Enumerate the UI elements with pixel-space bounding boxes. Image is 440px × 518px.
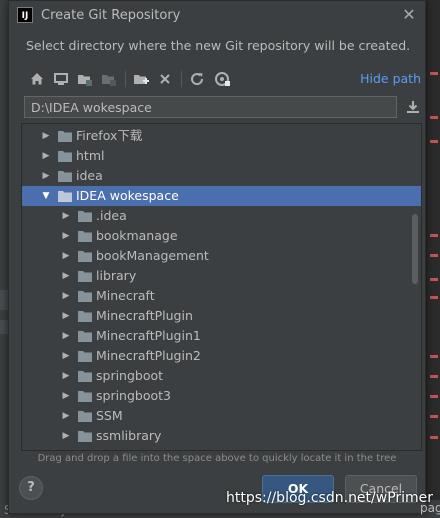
collapsed-arrow-icon[interactable]: ▶	[40, 146, 52, 166]
ide-left-panel	[0, 0, 8, 518]
file-chooser-toolbar: Hide path	[23, 67, 423, 91]
path-field[interactable]	[24, 96, 397, 118]
folder-icon	[78, 291, 92, 302]
tree-item-label: library	[96, 268, 137, 283]
tree-item-label: idea	[76, 168, 103, 183]
dialog-title: Create Git Repository	[41, 8, 181, 23]
tree-item[interactable]: ▶ html	[22, 146, 421, 166]
folder-icon	[58, 191, 72, 202]
tree-item-label: SSM	[96, 408, 123, 423]
toolbar-separator	[125, 71, 126, 87]
home-icon[interactable]	[27, 69, 47, 89]
collapsed-arrow-icon[interactable]: ▶	[60, 426, 72, 446]
collapsed-arrow-icon[interactable]: ▶	[60, 326, 72, 346]
tree-scrollbar[interactable]	[412, 214, 418, 284]
collapsed-arrow-icon[interactable]: ▶	[60, 286, 72, 306]
tree-item[interactable]: ▶ SSM	[22, 406, 421, 426]
folder-icon	[78, 211, 92, 222]
download-icon[interactable]	[404, 98, 422, 116]
folder-icon	[78, 311, 92, 322]
hide-path-link[interactable]: Hide path	[360, 71, 421, 86]
tree-item-label: bookManagement	[96, 248, 209, 263]
watermark-text: https://blog.csdn.net/wPrimer	[226, 490, 434, 506]
collapsed-arrow-icon[interactable]: ▶	[60, 306, 72, 326]
tree-item-label: Firefox下载	[76, 128, 143, 143]
new-folder-icon[interactable]	[131, 69, 151, 89]
folder-icon	[78, 391, 92, 402]
collapsed-arrow-icon[interactable]: ▶	[60, 206, 72, 226]
tree-item[interactable]: ▼ IDEA wokespace	[22, 186, 421, 206]
folder-icon	[58, 131, 72, 142]
dialog-description: Select directory where the new Git repos…	[26, 38, 411, 53]
tree-item-label: MinecraftPlugin2	[96, 348, 201, 363]
tree-item-label: MinecraftPlugin	[96, 308, 193, 323]
intellij-app-icon: IJ	[17, 7, 33, 23]
tree-item[interactable]: ▶ ssmlibrary	[22, 426, 421, 446]
tree-item[interactable]: ▶ bookmanage	[22, 226, 421, 246]
tree-item[interactable]: ▶ MinecraftPlugin2	[22, 346, 421, 366]
tree-item[interactable]: ▶ springboot	[22, 366, 421, 386]
tree-item-label: springboot3	[96, 388, 171, 403]
tree-item[interactable]: ▶ idea	[22, 166, 421, 186]
collapsed-arrow-icon[interactable]: ▶	[60, 366, 72, 386]
folder-icon	[78, 231, 92, 242]
collapsed-arrow-icon[interactable]: ▶	[60, 406, 72, 426]
tree-item[interactable]: ▶ bookManagement	[22, 246, 421, 266]
close-icon[interactable]: ✕	[399, 5, 419, 25]
tree-item-label: .idea	[96, 208, 127, 223]
folder-icon	[78, 251, 92, 262]
collapsed-arrow-icon[interactable]: ▶	[40, 166, 52, 186]
collapsed-arrow-icon[interactable]: ▶	[60, 386, 72, 406]
collapsed-arrow-icon[interactable]: ▶	[40, 126, 52, 146]
tree-item[interactable]: ▶ library	[22, 266, 421, 286]
tree-item-label: springboot	[96, 368, 164, 383]
create-git-repository-dialog: IJ Create Git Repository ✕ Select direct…	[8, 0, 426, 514]
tree-item[interactable]: ▶ MinecraftPlugin1	[22, 326, 421, 346]
collapsed-arrow-icon[interactable]: ▶	[60, 346, 72, 366]
tree-item[interactable]: ▶ Firefox下载	[22, 126, 421, 146]
tree-item-label: html	[76, 148, 105, 163]
collapsed-arrow-icon[interactable]: ▶	[60, 266, 72, 286]
expanded-arrow-icon[interactable]: ▼	[40, 186, 52, 206]
folder-icon	[78, 351, 92, 362]
module-folder-icon[interactable]	[99, 69, 119, 89]
tree-item-label: IDEA wokespace	[76, 188, 179, 203]
toolbar-separator	[181, 71, 182, 87]
directory-tree[interactable]: ▶ ssmlibrary ▶ SSM ▶ springboot3 ▶ springboot ▶ M…	[21, 123, 422, 451]
folder-icon	[78, 271, 92, 282]
folder-icon	[78, 331, 92, 342]
folder-icon	[78, 431, 92, 442]
drag-drop-hint: Drag and drop a file into the space abov…	[37, 453, 397, 464]
folder-icon	[78, 411, 92, 422]
help-button[interactable]: ?	[19, 476, 43, 500]
delete-icon[interactable]	[155, 69, 175, 89]
desktop-icon[interactable]	[51, 69, 71, 89]
tree-item-label: MinecraftPlugin1	[96, 328, 201, 343]
tree-item[interactable]: ▶ MinecraftPlugin	[22, 306, 421, 326]
project-folder-icon[interactable]	[75, 69, 95, 89]
show-hidden-icon[interactable]	[213, 69, 233, 89]
folder-icon	[58, 151, 72, 162]
tree-item[interactable]: ▶ .idea	[22, 206, 421, 226]
folder-icon	[58, 171, 72, 182]
collapsed-arrow-icon[interactable]: ▶	[60, 246, 72, 266]
refresh-icon[interactable]	[187, 69, 207, 89]
folder-icon	[78, 371, 92, 382]
tree-item-label: Minecraft	[96, 288, 155, 303]
tree-item-label: ssmlibrary	[96, 428, 162, 443]
tree-item[interactable]: ▶ Minecraft	[22, 286, 421, 306]
tree-item[interactable]: ▶ springboot3	[22, 386, 421, 406]
dialog-titlebar: IJ Create Git Repository ✕	[9, 1, 425, 31]
collapsed-arrow-icon[interactable]: ▶	[60, 226, 72, 246]
tree-item-label: bookmanage	[96, 228, 178, 243]
